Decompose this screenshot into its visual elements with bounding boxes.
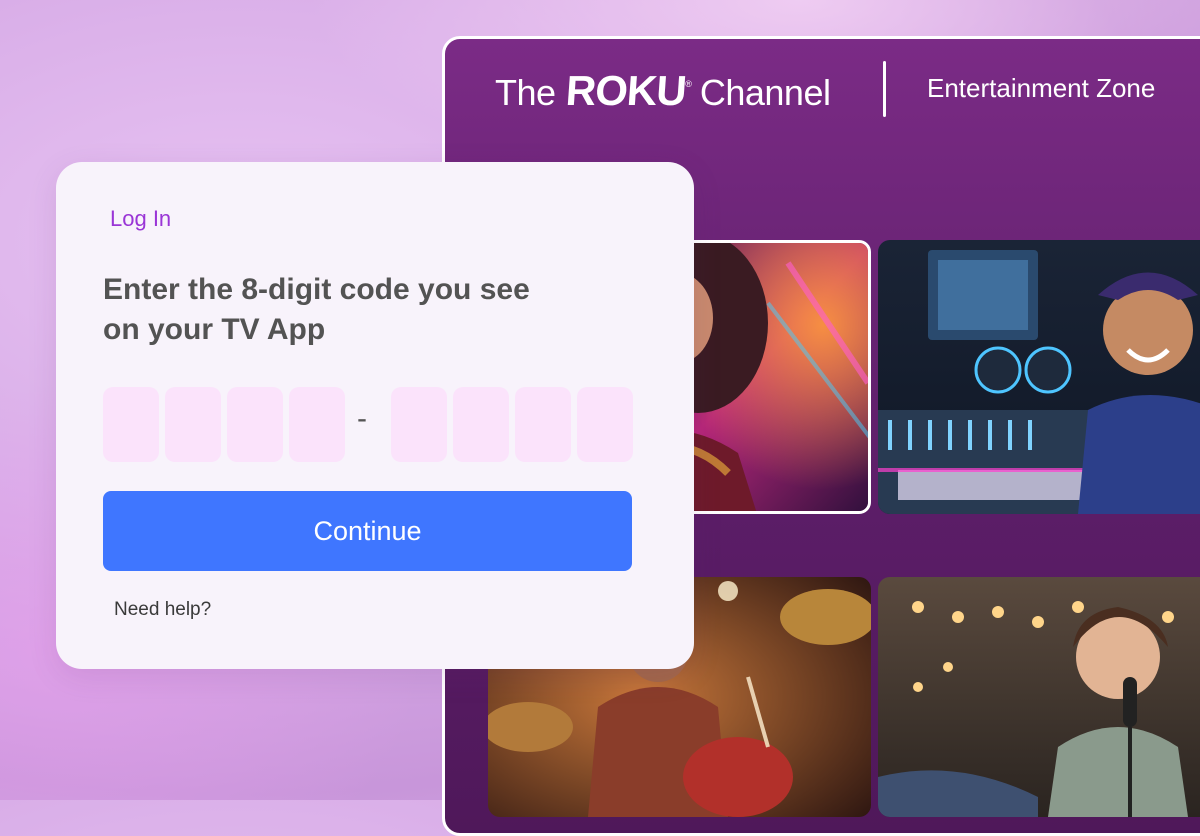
code-separator: - [357,402,367,435]
roku-channel-logo: The ROKU ® Channel [495,67,831,115]
logo-roku: ROKU [563,67,687,114]
code-digit-2[interactable] [165,387,221,462]
zone-label: Entertainment Zone [927,73,1156,103]
logo-the: The [495,72,556,113]
code-digit-8[interactable] [577,387,633,462]
login-title: Log In [110,206,172,231]
tv-header: The ROKU ® Channel Entertainment Zone [445,39,1200,149]
header-divider [883,61,886,117]
tile-music-producer[interactable] [878,240,1200,514]
code-digit-4[interactable] [289,387,345,462]
code-instruction: Enter the 8-digit code you see on your T… [103,273,530,346]
code-digit-6[interactable] [453,387,509,462]
logo-channel: Channel [699,72,831,113]
logo-trademark: ® [685,79,692,89]
code-digit-1[interactable] [103,387,159,462]
tile-singer[interactable] [878,577,1200,817]
producer-image [878,240,1200,514]
code-digit-7[interactable] [515,387,571,462]
singer-image [878,577,1200,817]
continue-button[interactable]: Continue [103,491,632,571]
code-group-first [103,387,345,462]
code-digit-5[interactable] [391,387,447,462]
code-digit-3[interactable] [227,387,283,462]
need-help-link[interactable]: Need help? [114,599,211,621]
code-group-second [391,387,633,462]
login-card: Log In Enter the 8-digit code you see on… [56,162,694,669]
